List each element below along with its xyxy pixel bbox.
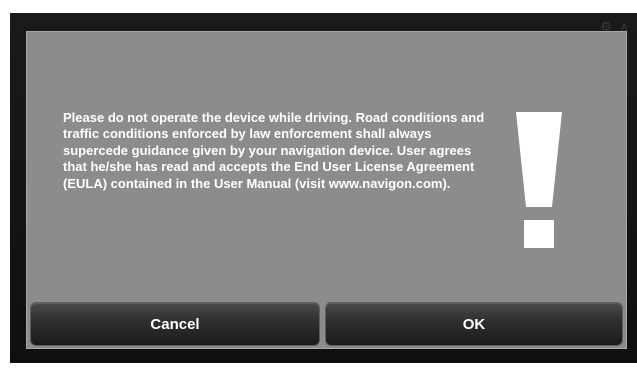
ok-button[interactable]: OK (325, 302, 623, 346)
dialog-message: Please do not operate the device while d… (63, 110, 485, 191)
ok-button-label: OK (462, 315, 486, 333)
eula-warning-dialog: Please do not operate the device while d… (26, 31, 627, 349)
exclamation-icon (516, 112, 562, 248)
device-screen: ⚙ ∧ Please do not operate the device whi… (10, 13, 637, 363)
cancel-button-label: Cancel (150, 315, 200, 333)
dialog-buttons: Cancel OK (30, 302, 623, 346)
cancel-button[interactable]: Cancel (30, 302, 320, 346)
